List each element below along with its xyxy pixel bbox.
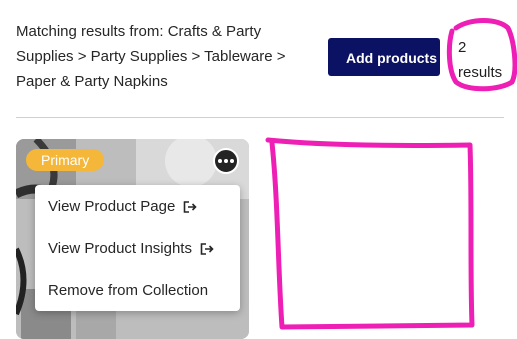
add-products-button[interactable]: Add products	[328, 38, 440, 76]
menu-item-view-product-page[interactable]: View Product Page	[48, 196, 197, 218]
dot-icon	[230, 159, 234, 163]
menu-item-label: View Product Insights	[48, 240, 192, 257]
menu-item-remove-from-collection[interactable]: Remove from Collection	[48, 280, 208, 302]
primary-badge: Primary	[26, 149, 105, 171]
dot-icon	[224, 159, 228, 163]
dot-icon	[218, 159, 222, 163]
annotation-rectangle	[265, 137, 475, 330]
card-options-menu: View Product Page View Product Insights …	[35, 185, 240, 311]
results-count: 2 results	[458, 39, 503, 81]
external-link-icon	[200, 243, 214, 255]
menu-item-label: Remove from Collection	[48, 282, 209, 299]
divider	[16, 117, 504, 118]
matching-results-text: Matching results from: Crafts & Party Su…	[16, 23, 286, 90]
menu-item-label: View Product Page	[48, 198, 176, 215]
menu-item-view-product-insights[interactable]: View Product Insights	[48, 238, 214, 260]
external-link-icon	[184, 201, 197, 213]
more-options-button[interactable]	[213, 148, 239, 174]
